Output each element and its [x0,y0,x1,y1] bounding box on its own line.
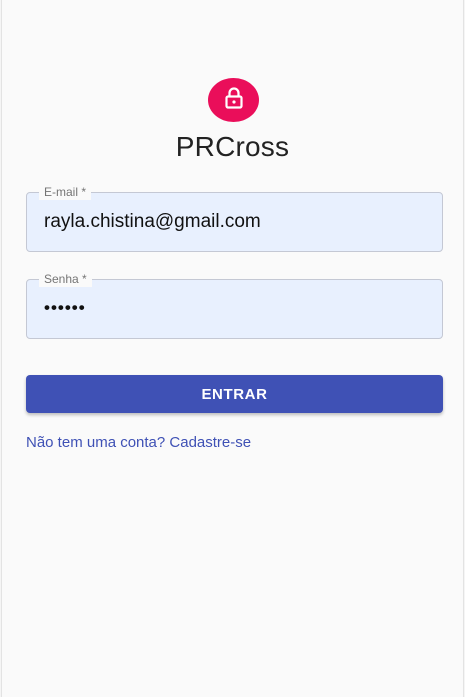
email-label: E-mail * [39,184,92,200]
email-field[interactable]: E-mail * rayla.chistina@gmail.com [26,184,443,252]
signup-link[interactable]: Não tem uma conta? Cadastre-se [26,434,251,452]
password-label: Senha * [39,271,92,287]
password-value[interactable]: •••••• [44,297,86,319]
page-title: PRCross [175,131,290,162]
lock-icon [223,86,245,115]
avatar [208,78,259,122]
password-field[interactable]: Senha * •••••• [26,271,443,339]
login-page: PRCross E-mail * rayla.chistina@gmail.co… [1,0,464,697]
email-value[interactable]: rayla.chistina@gmail.com [44,211,261,233]
login-button[interactable]: ENTRAR [26,375,443,413]
